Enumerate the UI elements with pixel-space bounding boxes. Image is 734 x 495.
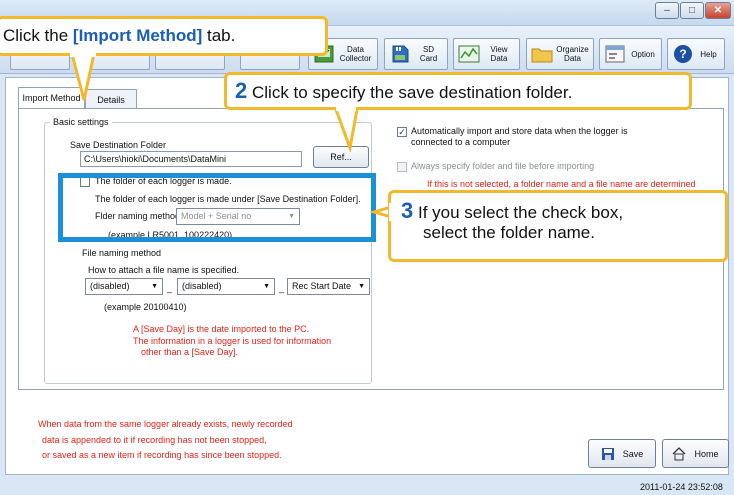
callout-3-line-2: select the folder name. <box>423 223 595 242</box>
highlight-box <box>58 173 376 242</box>
save-dest-field[interactable]: C:\Users\hioki\Documents\DataMini <box>80 151 302 167</box>
option-label: Option <box>631 49 655 59</box>
organize-data-button[interactable]: Organize Data <box>526 38 594 70</box>
home-icon <box>673 446 686 460</box>
separator-1: _ <box>167 283 173 293</box>
note-line-2: The information in a logger is used for … <box>133 336 332 346</box>
chevron-down-icon: ▼ <box>151 283 158 290</box>
auto-import-label-1: Automatically import and store data when… <box>411 126 628 136</box>
footer-note-line-1: When data from the same logger already e… <box>38 419 293 429</box>
status-timestamp: 2011-01-24 23:52:08 <box>640 482 723 492</box>
save-icon <box>601 447 614 460</box>
callout-3-pointer-join <box>389 203 393 221</box>
callout-2-pointer <box>332 104 360 152</box>
sd-card-button[interactable]: SD Card <box>384 38 448 70</box>
basic-settings-legend: Basic settings <box>50 117 112 127</box>
callout-2-pointer-join <box>336 107 356 111</box>
status-bar <box>0 478 734 495</box>
file-name-part-1-select[interactable]: (disabled) ▼ <box>85 278 163 295</box>
callout-1: Click the [Import Method] tab. <box>0 16 328 56</box>
footer-note-line-2: data is appended to it if recording has … <box>42 435 267 445</box>
always-specify-note: If this is not selected, a folder name a… <box>427 179 696 189</box>
file-naming-label: File naming method <box>82 248 162 258</box>
folder-icon <box>531 43 553 65</box>
callout-2: 2 Click to specify the save destination … <box>224 72 692 110</box>
option-icon <box>604 43 626 65</box>
option-button[interactable]: Option <box>599 38 662 70</box>
maximize-button[interactable]: □ <box>680 2 704 19</box>
chevron-down-icon: ▼ <box>358 283 365 290</box>
always-specify-label: Always specify folder and file before im… <box>411 161 595 171</box>
close-button[interactable]: ✕ <box>705 2 731 19</box>
auto-import-label-2: connected to a computer <box>411 137 511 147</box>
help-button[interactable]: ? Help <box>667 38 725 70</box>
always-specify-checkbox[interactable] <box>397 162 407 172</box>
data-collector-label: Data Collector <box>339 45 372 63</box>
callout-1-pointer <box>70 54 96 101</box>
file-naming-desc: How to attach a file name is specified. <box>88 265 240 275</box>
help-icon: ? <box>672 43 694 65</box>
minimize-button[interactable]: – <box>655 2 679 19</box>
note-line-3: other than a [Save Day]. <box>141 347 239 357</box>
chevron-down-icon: ▼ <box>263 283 270 290</box>
save-label: Save <box>622 448 644 459</box>
view-data-icon <box>458 43 480 65</box>
organize-data-label: Organize Data <box>556 45 589 63</box>
callout-1-pointer-join <box>70 53 96 57</box>
svg-text:?: ? <box>679 47 686 61</box>
callout-3: 3 If you select the check box, select th… <box>388 190 728 262</box>
callout-1-prefix: Click the <box>3 26 73 45</box>
save-dest-label: Save Destination Folder <box>70 140 167 150</box>
file-name-part-2-select[interactable]: (disabled) ▼ <box>177 278 275 295</box>
footer-note-line-3: or saved as a new item if recording has … <box>42 450 282 460</box>
callout-3-number: 3 <box>401 198 414 223</box>
save-button[interactable]: Save <box>588 439 656 468</box>
note-line-1: A [Save Day] is the date imported to the… <box>133 324 310 334</box>
callout-1-highlight: [Import Method] <box>72 26 203 45</box>
file-example: (example 20100410) <box>104 302 187 312</box>
callout-1-suffix: tab. <box>202 26 236 45</box>
home-label: Home <box>694 448 719 459</box>
separator-2: _ <box>279 283 285 293</box>
sd-card-label: SD Card <box>419 45 438 63</box>
sd-card-icon <box>389 43 411 65</box>
callout-3-line-1: If you select the check box, <box>417 203 624 222</box>
help-label: Help <box>700 49 717 59</box>
callout-2-text: Click to specify the save destination fo… <box>251 83 573 102</box>
auto-import-checkbox[interactable]: ✓ <box>397 127 407 137</box>
home-button[interactable]: Home <box>662 439 729 468</box>
view-data-button[interactable]: View Data <box>453 38 520 70</box>
view-data-label: View Data <box>490 45 508 63</box>
callout-2-number: 2 <box>235 78 248 103</box>
file-name-part-3-select[interactable]: Rec Start Date ▼ <box>287 278 370 295</box>
